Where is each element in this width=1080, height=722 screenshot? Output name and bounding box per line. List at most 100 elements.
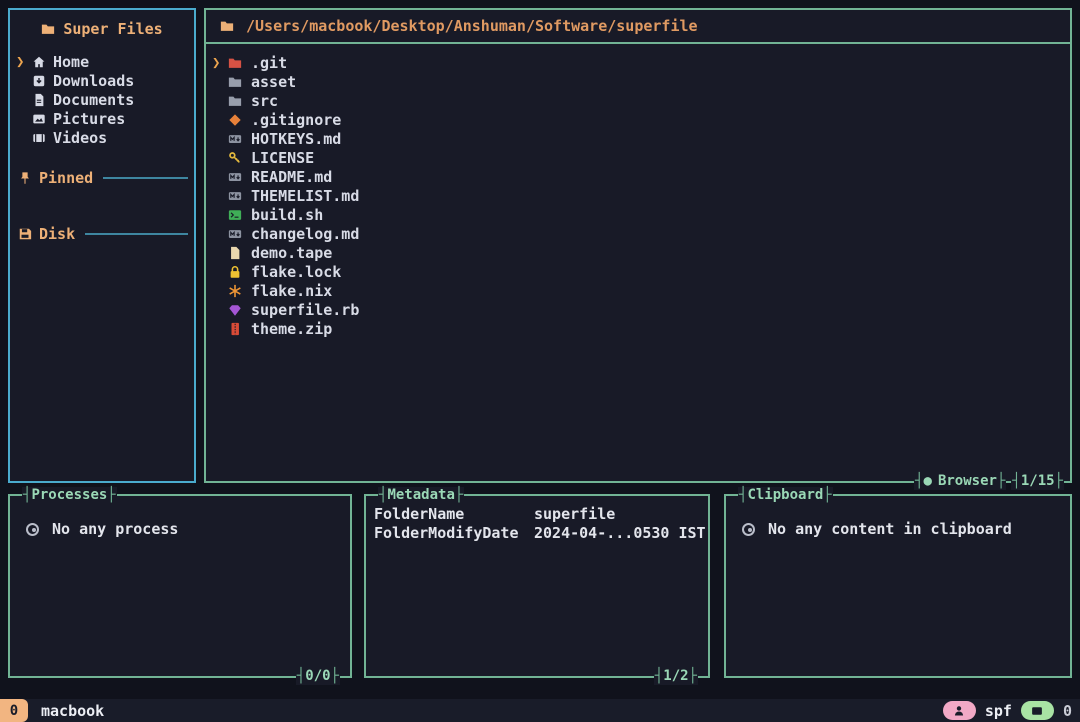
sidebar-item-pictures[interactable]: Pictures bbox=[10, 109, 194, 128]
lock-icon bbox=[228, 265, 242, 279]
processes-counter: 0/0 bbox=[305, 668, 330, 684]
sidebar-item-label: Downloads bbox=[53, 72, 134, 90]
sidebar-item-downloads[interactable]: Downloads bbox=[10, 71, 194, 90]
file-name: build.sh bbox=[251, 206, 323, 224]
shell-icon bbox=[228, 208, 242, 222]
file-name: README.md bbox=[251, 168, 332, 186]
file-name: .git bbox=[251, 54, 287, 72]
path-bar: /Users/macbook/Desktop/Anshuman/Software… bbox=[206, 10, 1070, 44]
empty-state-icon bbox=[742, 523, 755, 536]
markdown-icon bbox=[228, 132, 242, 146]
section-divider bbox=[103, 177, 188, 179]
sidebar-item-label: Videos bbox=[53, 129, 107, 147]
metadata-value: superfile bbox=[534, 505, 615, 523]
sidebar-item-label: Documents bbox=[53, 91, 134, 109]
nix-icon bbox=[228, 284, 242, 298]
file-row[interactable]: build.sh bbox=[206, 205, 1070, 224]
metadata-key: FolderModifyDate bbox=[374, 524, 534, 542]
videos-icon bbox=[32, 131, 46, 145]
file-icon bbox=[228, 246, 242, 260]
file-row[interactable]: HOTKEYS.md bbox=[206, 129, 1070, 148]
folder-icon bbox=[228, 56, 242, 70]
file-browser-panel: /Users/macbook/Desktop/Anshuman/Software… bbox=[204, 8, 1072, 483]
sidebar-items: ❯HomeDownloadsDocumentsPicturesVideos bbox=[10, 52, 194, 147]
clipboard-title: Clipboard bbox=[747, 487, 823, 503]
status-bar: 0 macbook spf 0 bbox=[0, 699, 1080, 722]
file-row[interactable]: src bbox=[206, 91, 1070, 110]
file-name: THEMELIST.md bbox=[251, 187, 359, 205]
sidebar-item-label: Pictures bbox=[53, 110, 125, 128]
status-right-cluster: spf 0 bbox=[943, 701, 1080, 720]
disk-section-label: Disk bbox=[39, 225, 75, 243]
terminal-count: 0 bbox=[1063, 702, 1072, 720]
metadata-row: FolderNamesuperfile bbox=[374, 504, 700, 523]
error-count-badge: 0 bbox=[0, 699, 28, 722]
zip-icon bbox=[228, 322, 242, 336]
file-row[interactable]: asset bbox=[206, 72, 1070, 91]
pinned-section-label: Pinned bbox=[39, 169, 93, 187]
sidebar-item-videos[interactable]: Videos bbox=[10, 128, 194, 147]
clipboard-empty-text: No any content in clipboard bbox=[768, 520, 1012, 538]
sidebar-section-disk: Disk bbox=[10, 225, 194, 243]
section-divider bbox=[85, 233, 188, 235]
file-name: HOTKEYS.md bbox=[251, 130, 341, 148]
metadata-counter: 1/2 bbox=[663, 668, 688, 684]
metadata-key: FolderName bbox=[374, 505, 534, 523]
folder-icon bbox=[41, 22, 55, 36]
file-row[interactable]: README.md bbox=[206, 167, 1070, 186]
file-name: superfile.rb bbox=[251, 301, 359, 319]
sidebar-title: Super Files bbox=[10, 20, 194, 38]
app-name-label: spf bbox=[985, 702, 1012, 720]
file-name: flake.nix bbox=[251, 282, 332, 300]
file-name: demo.tape bbox=[251, 244, 332, 262]
current-path: /Users/macbook/Desktop/Anshuman/Software… bbox=[246, 17, 698, 35]
file-name: asset bbox=[251, 73, 296, 91]
clipboard-panel: ┤Clipboard├ No any content in clipboard bbox=[724, 494, 1072, 678]
file-row[interactable]: ❯.git bbox=[206, 53, 1070, 72]
mode-tag: ┤●Browser├ bbox=[914, 473, 1006, 490]
file-row[interactable]: LICENSE bbox=[206, 148, 1070, 167]
folder-icon bbox=[220, 19, 234, 33]
file-name: src bbox=[251, 92, 278, 110]
diamond-icon bbox=[228, 113, 242, 127]
disk-icon bbox=[18, 227, 32, 241]
sidebar-item-home[interactable]: ❯Home bbox=[10, 52, 194, 71]
file-row[interactable]: theme.zip bbox=[206, 319, 1070, 338]
file-name: changelog.md bbox=[251, 225, 359, 243]
gem-icon bbox=[228, 303, 242, 317]
processes-panel: ┤Processes├ No any process ┤0/0├ bbox=[8, 494, 352, 678]
folder-icon bbox=[228, 94, 242, 108]
file-row[interactable]: superfile.rb bbox=[206, 300, 1070, 319]
file-row[interactable]: THEMELIST.md bbox=[206, 186, 1070, 205]
markdown-icon bbox=[228, 227, 242, 241]
browser-dot-icon: ● bbox=[924, 473, 932, 489]
file-counter-tag: ┤1/15├ bbox=[1011, 473, 1064, 490]
metadata-value: 2024-04-...0530 IST bbox=[534, 524, 706, 542]
file-row[interactable]: demo.tape bbox=[206, 243, 1070, 262]
folder-icon bbox=[228, 75, 242, 89]
file-row[interactable]: flake.nix bbox=[206, 281, 1070, 300]
metadata-title: Metadata bbox=[387, 487, 454, 503]
sidebar-section-pinned: Pinned bbox=[10, 169, 194, 187]
user-badge bbox=[943, 701, 976, 720]
file-counter: 1/15 bbox=[1021, 473, 1055, 489]
metadata-title-tag: ┤Metadata├ bbox=[378, 487, 464, 504]
sidebar-panel: Super Files ❯HomeDownloadsDocumentsPictu… bbox=[8, 8, 196, 483]
file-name: flake.lock bbox=[251, 263, 341, 281]
mode-label: Browser bbox=[938, 473, 997, 489]
file-name: LICENSE bbox=[251, 149, 314, 167]
sidebar-item-documents[interactable]: Documents bbox=[10, 90, 194, 109]
terminal-icon bbox=[1031, 705, 1043, 717]
file-list: ❯.gitassetsrc.gitignoreHOTKEYS.mdLICENSE… bbox=[206, 44, 1070, 338]
markdown-icon bbox=[228, 170, 242, 184]
file-row[interactable]: changelog.md bbox=[206, 224, 1070, 243]
app-title: Super Files bbox=[63, 20, 162, 38]
home-icon bbox=[32, 55, 46, 69]
file-row[interactable]: flake.lock bbox=[206, 262, 1070, 281]
file-row[interactable]: .gitignore bbox=[206, 110, 1070, 129]
documents-icon bbox=[32, 93, 46, 107]
processes-title: Processes bbox=[31, 487, 107, 503]
metadata-panel: ┤Metadata├ FolderNamesuperfileFolderModi… bbox=[364, 494, 710, 678]
key-icon bbox=[228, 151, 242, 165]
person-icon bbox=[953, 705, 965, 717]
